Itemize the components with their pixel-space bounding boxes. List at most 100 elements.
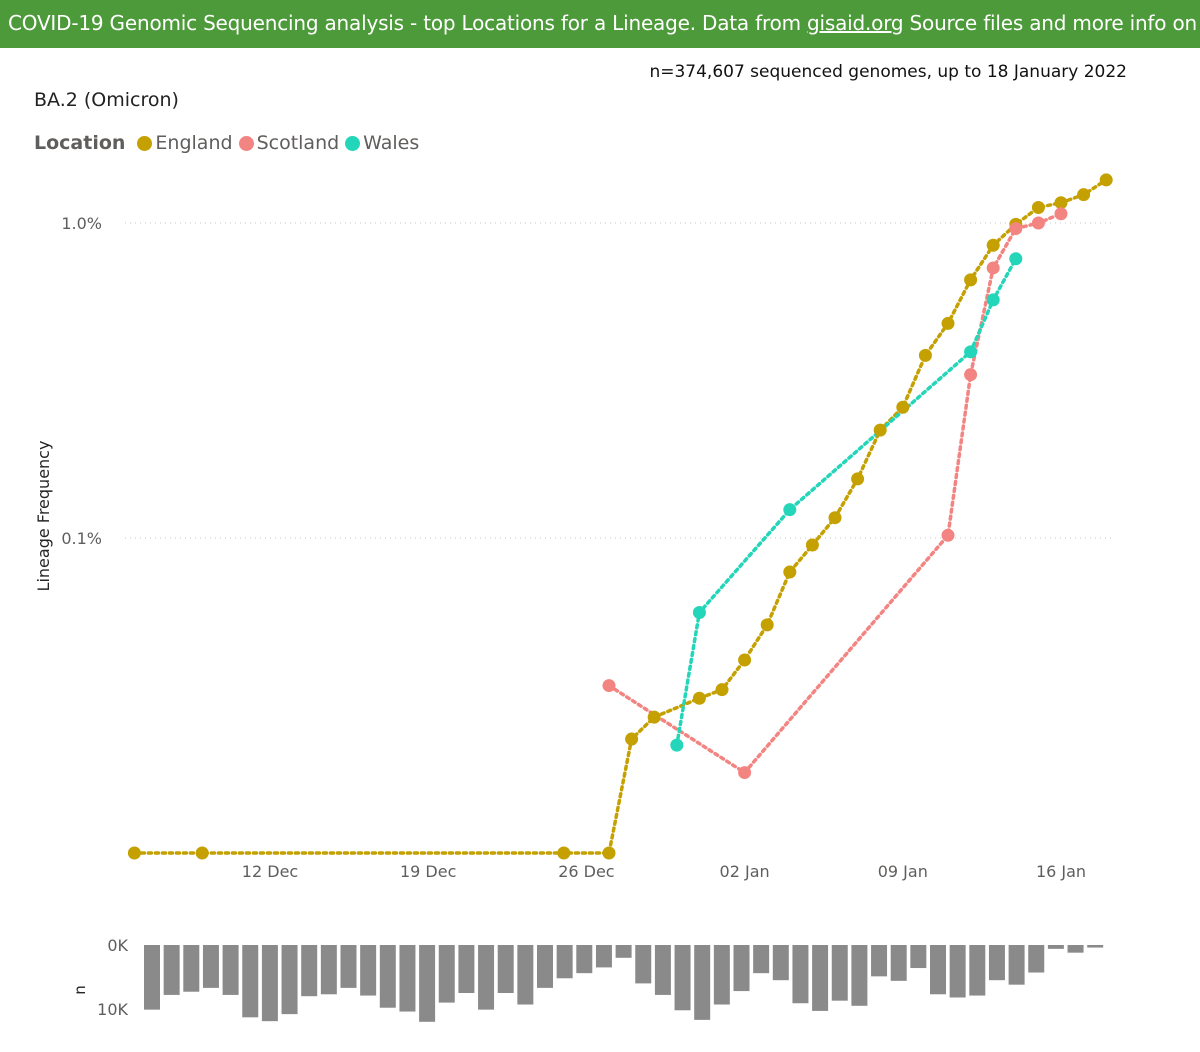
data-point-england bbox=[557, 846, 571, 860]
data-point-england bbox=[941, 316, 955, 330]
count-bar bbox=[419, 945, 436, 1022]
count-bar bbox=[890, 945, 907, 981]
count-bar bbox=[753, 945, 770, 974]
bar-y-tick-label: 10K bbox=[97, 1000, 128, 1019]
series-line-wales bbox=[675, 257, 1018, 747]
bar-y-tick-label: 0K bbox=[107, 936, 128, 955]
data-point-england bbox=[760, 618, 774, 632]
count-bar bbox=[812, 945, 829, 1011]
data-point-england bbox=[1099, 173, 1113, 187]
count-bar bbox=[537, 945, 553, 988]
data-point-england bbox=[783, 565, 797, 579]
count-bar bbox=[478, 945, 495, 1010]
bar-y-axis-label: n bbox=[71, 985, 89, 995]
y-tick-label: 1.0% bbox=[61, 214, 102, 233]
count-bar bbox=[438, 945, 455, 1003]
data-point-england bbox=[602, 846, 616, 860]
count-bar bbox=[163, 945, 180, 995]
data-point-scotland bbox=[1054, 207, 1068, 221]
x-tick-label: 26 Dec bbox=[558, 862, 614, 881]
count-bar bbox=[654, 945, 671, 995]
count-bar bbox=[301, 945, 318, 997]
data-point-scotland bbox=[1009, 222, 1023, 236]
count-bar bbox=[772, 945, 789, 981]
count-bar bbox=[556, 945, 573, 979]
data-point-england bbox=[1031, 200, 1045, 214]
data-point-scotland bbox=[941, 528, 955, 542]
count-bar bbox=[1067, 945, 1084, 953]
count-bar bbox=[281, 945, 298, 1015]
count-bar bbox=[360, 945, 377, 996]
data-point-england bbox=[625, 732, 639, 746]
data-point-england bbox=[1077, 188, 1091, 202]
count-bar bbox=[713, 945, 730, 1005]
data-point-england bbox=[127, 846, 141, 860]
data-point-wales bbox=[692, 606, 706, 620]
count-bar bbox=[144, 945, 160, 1010]
count-bar bbox=[635, 945, 652, 984]
count-bar bbox=[595, 945, 612, 968]
count-bar bbox=[399, 945, 416, 1012]
count-bar bbox=[988, 945, 1005, 981]
count-bar bbox=[674, 945, 691, 1011]
data-point-england bbox=[692, 691, 706, 705]
count-bar bbox=[949, 945, 966, 998]
data-point-scotland bbox=[986, 261, 1000, 275]
count-bar bbox=[792, 945, 809, 1004]
count-bar bbox=[871, 945, 888, 977]
data-point-england bbox=[647, 710, 661, 724]
data-point-wales bbox=[964, 345, 978, 359]
count-bar bbox=[222, 945, 239, 995]
data-point-scotland bbox=[1031, 216, 1045, 230]
data-point-wales bbox=[670, 738, 684, 752]
count-bar bbox=[831, 945, 848, 1001]
data-point-england bbox=[805, 538, 819, 552]
count-bar bbox=[320, 945, 337, 995]
count-bar bbox=[615, 945, 632, 958]
data-point-england bbox=[738, 653, 752, 667]
count-bar bbox=[497, 945, 514, 993]
count-bar bbox=[261, 945, 278, 1022]
data-point-england bbox=[964, 273, 978, 287]
count-bar bbox=[517, 945, 534, 1005]
data-point-scotland bbox=[738, 766, 752, 780]
data-point-england bbox=[851, 472, 865, 486]
data-point-england bbox=[828, 511, 842, 525]
series-line-england bbox=[132, 178, 1108, 855]
x-tick-label: 16 Jan bbox=[1036, 862, 1086, 881]
count-bar bbox=[1028, 945, 1045, 973]
count-bar bbox=[1008, 945, 1025, 985]
data-point-scotland bbox=[602, 679, 616, 693]
data-point-wales bbox=[1009, 252, 1023, 266]
count-bar bbox=[183, 945, 200, 992]
y-axis-label: Lineage Frequency bbox=[34, 441, 53, 592]
data-point-england bbox=[918, 348, 932, 362]
data-point-england bbox=[896, 400, 910, 414]
x-tick-label: 09 Jan bbox=[878, 862, 928, 881]
count-bar bbox=[242, 945, 259, 1018]
chart-canvas: 1.0% 0.1% Lineage Frequency 12 Dec 19 Dec 26 … bbox=[34, 173, 1115, 1022]
data-point-wales bbox=[783, 503, 797, 517]
data-point-england bbox=[873, 423, 887, 437]
data-point-england bbox=[986, 238, 1000, 252]
x-tick-label: 19 Dec bbox=[400, 862, 456, 881]
count-bar bbox=[202, 945, 219, 988]
count-bar bbox=[340, 945, 357, 988]
data-point-england bbox=[195, 846, 209, 860]
count-bar bbox=[576, 945, 593, 974]
count-bar bbox=[910, 945, 927, 969]
data-point-wales bbox=[986, 293, 1000, 307]
count-bar bbox=[930, 945, 946, 995]
count-bar bbox=[1087, 945, 1104, 948]
data-point-england bbox=[715, 683, 729, 697]
count-bar bbox=[1047, 945, 1064, 949]
x-tick-label: 02 Jan bbox=[720, 862, 770, 881]
data-point-scotland bbox=[964, 368, 978, 382]
y-tick-label: 0.1% bbox=[61, 529, 102, 548]
count-bar bbox=[851, 945, 868, 1006]
x-tick-label: 12 Dec bbox=[242, 862, 298, 881]
count-bar bbox=[969, 945, 986, 996]
count-bar bbox=[694, 945, 711, 1020]
count-bar bbox=[733, 945, 750, 992]
count-bar bbox=[379, 945, 396, 1008]
